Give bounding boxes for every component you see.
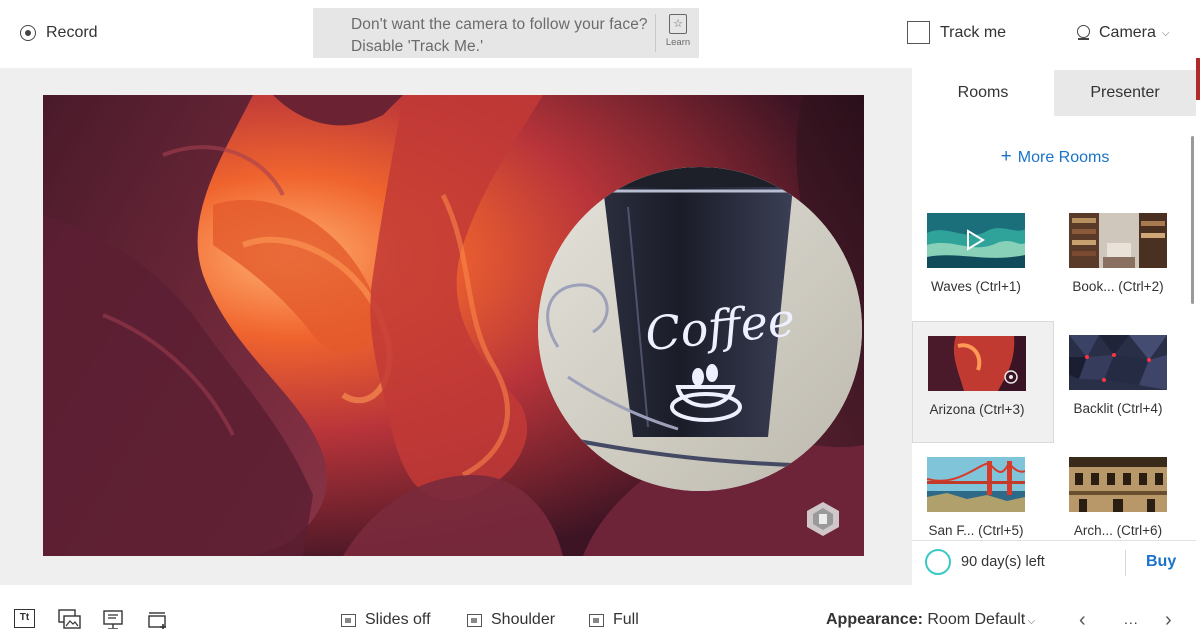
mode-shoulder[interactable]: Shoulder bbox=[467, 611, 555, 629]
learn-button[interactable]: ☆ Learn bbox=[661, 14, 695, 54]
room-label: Backlit (Ctrl+4) bbox=[1073, 401, 1163, 416]
room-label: San F... (Ctrl+5) bbox=[928, 523, 1024, 538]
plus-icon: + bbox=[1000, 146, 1012, 167]
full-icon bbox=[589, 613, 604, 627]
app-logo-icon bbox=[807, 502, 839, 536]
tip-divider bbox=[655, 14, 656, 52]
room-tile-architecture[interactable]: Arch... (Ctrl+6) bbox=[1054, 443, 1196, 538]
room-thumb-sanfrancisco bbox=[927, 457, 1025, 512]
panel-tabs: Rooms Presenter bbox=[912, 70, 1196, 116]
room-thumb-books bbox=[1069, 213, 1167, 268]
camera-feed-bubble[interactable]: Coffee bbox=[538, 167, 862, 491]
record-button[interactable]: Record bbox=[20, 24, 98, 42]
rooms-panel: Rooms Presenter + More Rooms Waves (Ctrl+… bbox=[912, 68, 1200, 585]
mode-full[interactable]: Full bbox=[589, 611, 639, 629]
slides-off-icon bbox=[341, 613, 356, 627]
room-tile-arizona[interactable]: Arizona (Ctrl+3) bbox=[912, 321, 1054, 443]
trial-bar: 90 day(s) left Buy bbox=[912, 540, 1196, 585]
tab-presenter[interactable]: Presenter bbox=[1054, 70, 1196, 116]
tip-banner: Don't want the camera to follow your fac… bbox=[313, 8, 699, 58]
text-tool-button[interactable]: Tt bbox=[14, 609, 36, 629]
monitor-icon bbox=[103, 610, 123, 629]
bottom-toolbar: Tt Slides off Shoulder Full Appearance: … bbox=[0, 585, 1200, 629]
shoulder-icon bbox=[467, 613, 482, 627]
appearance-dropdown[interactable]: Appearance: Room Default ⌵ bbox=[826, 611, 1035, 629]
room-label: Arch... (Ctrl+6) bbox=[1073, 523, 1163, 538]
appearance-key: Appearance: bbox=[826, 611, 923, 628]
image-tool-button[interactable] bbox=[58, 609, 81, 629]
room-tile-waves[interactable]: Waves (Ctrl+1) bbox=[912, 199, 1054, 321]
chevron-down-icon: ⌵ bbox=[1027, 616, 1036, 627]
image-icon bbox=[58, 609, 81, 629]
add-slide-icon bbox=[148, 612, 166, 629]
appearance-value: Room Default bbox=[927, 611, 1026, 628]
learn-label: Learn bbox=[665, 37, 691, 48]
room-label: Waves (Ctrl+1) bbox=[931, 279, 1021, 294]
camera-feed-image: Coffee bbox=[538, 167, 862, 491]
track-me-label: Track me bbox=[940, 23, 1007, 41]
trial-divider bbox=[1125, 550, 1126, 576]
add-slide-button[interactable] bbox=[146, 609, 168, 629]
camera-label: Camera bbox=[1099, 24, 1156, 41]
room-thumb-backlit bbox=[1069, 335, 1167, 390]
window-edge-accent bbox=[1196, 58, 1200, 100]
room-tile-books[interactable]: Book... (Ctrl+2) bbox=[1054, 199, 1196, 321]
next-arrow-icon[interactable]: › bbox=[1165, 609, 1172, 629]
room-label: Arizona (Ctrl+3) bbox=[929, 402, 1025, 417]
track-me-toggle[interactable]: Track me bbox=[907, 21, 1006, 44]
text-icon: Tt bbox=[14, 609, 35, 628]
buy-button[interactable]: Buy bbox=[1146, 553, 1176, 571]
rooms-grid: Waves (Ctrl+1) Book... (Ctrl+2) Arizona … bbox=[912, 199, 1196, 538]
panel-scrollbar[interactable] bbox=[1191, 136, 1194, 304]
star-icon: ☆ bbox=[669, 14, 687, 34]
more-rooms-label: More Rooms bbox=[1017, 149, 1110, 166]
webcam-icon bbox=[1076, 25, 1091, 41]
room-thumb-architecture bbox=[1069, 457, 1167, 512]
room-thumb-arizona bbox=[928, 336, 1026, 391]
room-tile-backlit[interactable]: Backlit (Ctrl+4) bbox=[1054, 321, 1196, 443]
chevron-down-icon: ⌵ bbox=[1161, 27, 1170, 39]
record-label: Record bbox=[46, 24, 98, 41]
mode-label: Full bbox=[613, 611, 639, 628]
tab-rooms[interactable]: Rooms bbox=[912, 70, 1054, 116]
mode-label: Slides off bbox=[365, 611, 431, 628]
screen-share-button[interactable] bbox=[102, 609, 124, 629]
more-rooms-link[interactable]: + More Rooms bbox=[912, 146, 1198, 168]
room-label: Book... (Ctrl+2) bbox=[1072, 279, 1164, 294]
room-tile-sanfrancisco[interactable]: San F... (Ctrl+5) bbox=[912, 443, 1054, 538]
stage-area: Coffee bbox=[0, 68, 912, 585]
more-options-button[interactable]: ... bbox=[1124, 611, 1139, 627]
track-me-checkbox[interactable] bbox=[907, 21, 930, 44]
tip-text: Don't want the camera to follow your fac… bbox=[351, 16, 648, 55]
top-toolbar: Record Don't want the camera to follow y… bbox=[0, 0, 1200, 68]
mode-label: Shoulder bbox=[491, 611, 556, 628]
previous-arrow-icon[interactable]: ‹ bbox=[1079, 609, 1086, 629]
trial-days-left: 90 day(s) left bbox=[961, 554, 1045, 570]
room-thumb-waves bbox=[927, 213, 1025, 268]
trial-progress-icon bbox=[925, 549, 951, 575]
record-icon bbox=[20, 25, 36, 41]
camera-dropdown[interactable]: Camera ⌵ bbox=[1076, 24, 1170, 42]
mode-slides-off[interactable]: Slides off bbox=[341, 611, 431, 629]
